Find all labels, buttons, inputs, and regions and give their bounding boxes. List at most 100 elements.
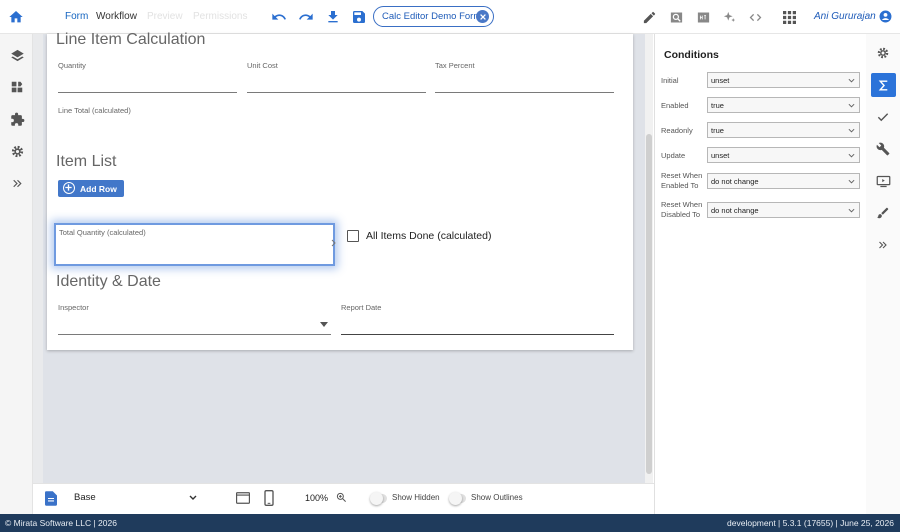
document-icon[interactable] xyxy=(44,490,58,506)
chevron-down-icon xyxy=(848,179,855,184)
quantity-label: Quantity xyxy=(58,61,86,70)
total-quantity-field-selected[interactable]: Total Quantity (calculated) xyxy=(54,223,335,266)
reset-enabled-value: do not change xyxy=(711,176,759,186)
update-value: unset xyxy=(711,150,730,160)
zoom-in-icon[interactable] xyxy=(335,491,347,503)
sparkle-ai-icon[interactable] xyxy=(721,9,737,25)
section-title-line-item: Line Item Calculation xyxy=(56,31,206,48)
chevron-right-icon[interactable] xyxy=(330,238,338,248)
show-outlines-toggle[interactable] xyxy=(449,492,466,505)
reset-disabled-value: do not change xyxy=(711,205,759,215)
download-icon[interactable] xyxy=(325,9,341,25)
enabled-value: true xyxy=(711,100,724,110)
status-footer: © Mirata Software LLC | 2026 development… xyxy=(0,514,900,532)
reset-disabled-label: Reset When Disabled To xyxy=(661,200,702,220)
extension-icon[interactable] xyxy=(9,111,25,127)
wrench-icon[interactable] xyxy=(875,141,891,157)
reset-enabled-label-line2: Enabled To xyxy=(661,181,699,190)
show-hidden-label: Show Hidden xyxy=(392,493,440,502)
form-name-chip[interactable]: Calc Editor Demo Form xyxy=(373,6,494,27)
reset-enabled-label: Reset When Enabled To xyxy=(661,171,702,191)
update-select[interactable]: unset xyxy=(707,147,860,163)
apps-grid-icon[interactable] xyxy=(781,9,797,25)
enabled-select[interactable]: true xyxy=(707,97,860,113)
toggle-knob xyxy=(449,492,462,505)
canvas-scrollbar[interactable] xyxy=(645,34,653,483)
reset-disabled-label-line2: Disabled To xyxy=(661,210,701,219)
reset-disabled-label-line1: Reset When xyxy=(661,200,703,209)
sigma-icon[interactable] xyxy=(875,77,891,93)
tab-workflow[interactable]: Workflow xyxy=(96,11,137,22)
reset-enabled-label-line1: Reset When xyxy=(661,171,703,180)
settings-gear-icon[interactable] xyxy=(9,143,25,159)
initial-value: unset xyxy=(711,75,730,85)
brush-icon[interactable] xyxy=(875,205,891,221)
redo-icon[interactable] xyxy=(298,9,314,25)
reset-disabled-select[interactable]: do not change xyxy=(707,202,860,218)
bottom-toolbar: Base 100% Show Hidden Show Outlines xyxy=(33,483,654,514)
layout-select-value[interactable]: Base xyxy=(74,492,96,503)
chevron-down-icon xyxy=(848,78,855,83)
tab-form[interactable]: Form xyxy=(65,11,88,22)
edit-pencil-icon[interactable] xyxy=(641,9,657,25)
scrollbar-thumb[interactable] xyxy=(646,134,652,474)
home-icon[interactable] xyxy=(8,9,24,25)
unit-cost-input[interactable] xyxy=(247,92,426,93)
add-circle-icon xyxy=(63,182,75,194)
top-toolbar: Form Workflow Preview Permissions Calc E… xyxy=(0,0,900,34)
show-outlines-label: Show Outlines xyxy=(471,493,523,502)
save-icon[interactable] xyxy=(351,9,367,25)
settings-gear-icon[interactable] xyxy=(875,45,891,61)
show-hidden-toggle[interactable] xyxy=(370,492,387,505)
code-icon[interactable] xyxy=(747,9,763,25)
add-row-label: Add Row xyxy=(80,183,117,194)
conditions-panel: Conditions Initial unset Enabled true Re… xyxy=(654,34,866,514)
account-icon[interactable] xyxy=(878,9,892,23)
layers-icon[interactable] xyxy=(9,47,25,63)
unit-cost-label: Unit Cost xyxy=(247,61,278,70)
tab-preview[interactable]: Preview xyxy=(147,11,183,22)
add-row-button[interactable]: Add Row xyxy=(58,180,124,197)
readonly-label: Readonly xyxy=(661,126,693,135)
tax-percent-label: Tax Percent xyxy=(435,61,475,70)
chevron-down-icon xyxy=(848,103,855,108)
desktop-view-icon[interactable] xyxy=(235,490,251,506)
chevron-down-icon xyxy=(848,208,855,213)
copyright-text: © Mirata Software LLC | 2026 xyxy=(5,518,117,528)
readonly-select[interactable]: true xyxy=(707,122,860,138)
canvas-gutter xyxy=(33,34,43,483)
right-nav xyxy=(866,34,900,514)
initial-label: Initial xyxy=(661,76,679,85)
version-text: development | 5.3.1 (17655) | June 25, 2… xyxy=(727,518,894,528)
all-items-done-label: All Items Done (calculated) xyxy=(366,230,492,242)
check-icon[interactable] xyxy=(875,109,891,125)
form-name-label: Calc Editor Demo Form xyxy=(382,11,482,22)
left-nav xyxy=(0,34,33,514)
initial-select[interactable]: unset xyxy=(707,72,860,88)
all-items-done-checkbox[interactable] xyxy=(347,230,359,242)
zoom-level: 100% xyxy=(305,493,329,503)
chevron-down-icon[interactable] xyxy=(188,493,198,503)
conditions-title: Conditions xyxy=(664,49,719,61)
image-search-icon[interactable] xyxy=(668,9,684,25)
mobile-view-icon[interactable] xyxy=(262,489,276,507)
user-name[interactable]: Ani Gururajan xyxy=(814,11,876,22)
toggle-knob xyxy=(370,492,383,505)
tab-permissions[interactable]: Permissions xyxy=(193,11,247,22)
tax-percent-input[interactable] xyxy=(435,92,614,93)
line-total-label: Line Total (calculated) xyxy=(58,106,131,115)
readonly-value: true xyxy=(711,125,724,135)
close-chip-icon[interactable] xyxy=(476,10,489,23)
total-quantity-label: Total Quantity (calculated) xyxy=(59,228,146,237)
chevron-down-icon xyxy=(848,128,855,133)
html-block-icon[interactable] xyxy=(695,9,711,25)
quantity-input[interactable] xyxy=(58,92,237,93)
expand-double-chevron-icon[interactable] xyxy=(9,175,25,191)
dashboard-icon[interactable] xyxy=(9,79,25,95)
update-label: Update xyxy=(661,151,686,160)
preview-screen-icon[interactable] xyxy=(875,173,891,189)
expand-double-chevron-icon[interactable] xyxy=(875,237,891,253)
undo-icon[interactable] xyxy=(271,9,287,25)
form-card: Line Item Calculation Quantity Unit Cost… xyxy=(47,31,633,350)
reset-enabled-select[interactable]: do not change xyxy=(707,173,860,189)
